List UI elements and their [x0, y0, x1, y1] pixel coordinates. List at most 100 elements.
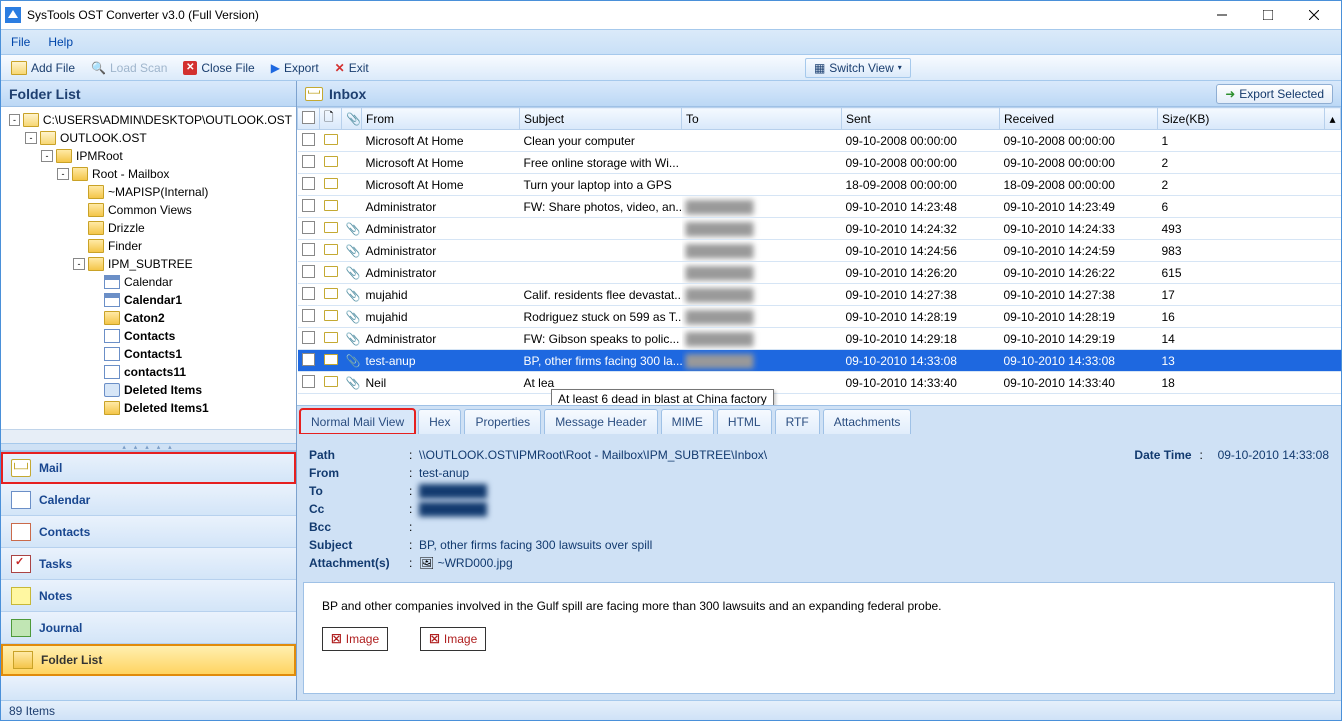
mail-row[interactable]: 📎mujahidCalif. residents flee devastat..… [298, 284, 1341, 306]
minimize-button[interactable] [1199, 1, 1245, 29]
exit-button[interactable]: ✕Exit [331, 59, 373, 77]
tab-mime[interactable]: MIME [661, 409, 714, 434]
switch-view-button[interactable]: ▦Switch View▾ [805, 58, 911, 78]
mail-row[interactable]: 📎test-anupBP, other firms facing 300 la.… [298, 350, 1341, 372]
row-checkbox[interactable] [302, 133, 315, 146]
row-checkbox[interactable] [302, 243, 315, 256]
tab-message-header[interactable]: Message Header [544, 409, 657, 434]
nav-calendar[interactable]: Calendar [1, 484, 296, 516]
col-icon[interactable]: 🗋 [320, 108, 342, 130]
mail-row[interactable]: 📎Administrator████████09-10-2010 14:24:5… [298, 240, 1341, 262]
splitter[interactable]: ▴ ▴ ▴ ▴ ▴ [1, 443, 296, 451]
nav-journal[interactable]: Journal [1, 612, 296, 644]
mail-row[interactable]: Microsoft At HomeClean your computer09-1… [298, 130, 1341, 152]
nav-contacts[interactable]: Contacts [1, 516, 296, 548]
tree-node[interactable]: contacts11 [1, 363, 296, 381]
tab-normal-mail-view[interactable]: Normal Mail View [300, 409, 415, 434]
row-checkbox[interactable] [302, 221, 315, 234]
tree-node[interactable]: Caton2 [1, 309, 296, 327]
expand-icon[interactable]: - [73, 258, 85, 270]
mail-row[interactable]: 📎Administrator████████09-10-2010 14:26:2… [298, 262, 1341, 284]
nav-folder-list[interactable]: Folder List [1, 644, 296, 676]
mail-row[interactable]: 📎NeilAt lea09-10-2010 14:33:4009-10-2010… [298, 372, 1341, 394]
mail-row[interactable]: AdministratorFW: Share photos, video, an… [298, 196, 1341, 218]
nav-label: Journal [39, 621, 82, 635]
expand-icon[interactable]: - [25, 132, 37, 144]
tree-node[interactable]: Deleted Items1 [1, 399, 296, 417]
tree-node[interactable]: -IPM_SUBTREE [1, 255, 296, 273]
load-scan-button[interactable]: 🔍Load Scan [87, 59, 171, 77]
mail-row[interactable]: 📎AdministratorFW: Gibson speaks to polic… [298, 328, 1341, 350]
col-subject[interactable]: Subject [520, 108, 682, 130]
mail-row[interactable]: 📎mujahidRodriguez stuck on 599 as T...██… [298, 306, 1341, 328]
select-all-checkbox[interactable] [302, 111, 315, 124]
expand-icon[interactable]: - [57, 168, 69, 180]
row-checkbox[interactable] [302, 353, 315, 366]
tree-node[interactable]: Calendar1 [1, 291, 296, 309]
col-from[interactable]: From [362, 108, 520, 130]
tree-node[interactable]: -C:\USERS\ADMIN\DESKTOP\OUTLOOK.OST [1, 111, 296, 129]
maximize-button[interactable] [1245, 1, 1291, 29]
cell-sent: 09-10-2010 14:26:20 [842, 262, 1000, 284]
tree-node[interactable]: Contacts [1, 327, 296, 345]
cell-received: 09-10-2010 14:29:19 [1000, 328, 1158, 350]
add-file-button[interactable]: Add File [7, 59, 79, 77]
tab-properties[interactable]: Properties [464, 409, 541, 434]
tree-node[interactable]: -Root - Mailbox [1, 165, 296, 183]
mail-grid[interactable]: 🗋 📎 From Subject To Sent Received Size(K… [297, 107, 1341, 405]
col-received[interactable]: Received [1000, 108, 1158, 130]
row-checkbox[interactable] [302, 287, 315, 300]
folder-tree[interactable]: -C:\USERS\ADMIN\DESKTOP\OUTLOOK.OST-OUTL… [1, 107, 296, 429]
tree-node[interactable]: Deleted Items [1, 381, 296, 399]
preview-pane: Path: \\OUTLOOK.OST\IPMRoot\Root - Mailb… [297, 434, 1341, 700]
mail-row[interactable]: Microsoft At HomeTurn your laptop into a… [298, 174, 1341, 196]
col-attachment[interactable]: 📎 [342, 108, 362, 130]
mail-row[interactable]: Microsoft At HomeFree online storage wit… [298, 152, 1341, 174]
tab-rtf[interactable]: RTF [775, 409, 820, 434]
tab-html[interactable]: HTML [717, 409, 772, 434]
tree-node[interactable]: Finder [1, 237, 296, 255]
expand-icon[interactable]: - [9, 114, 21, 126]
cell-size: 13 [1158, 350, 1325, 372]
folder-icon [104, 401, 120, 415]
menu-file[interactable]: File [11, 35, 30, 49]
cell-to [682, 152, 842, 174]
export-selected-button[interactable]: ➜Export Selected [1216, 84, 1333, 104]
close-button[interactable] [1291, 1, 1337, 29]
tree-node[interactable]: Calendar [1, 273, 296, 291]
export-button[interactable]: ▶Export [267, 59, 323, 77]
tree-node[interactable]: -IPMRoot [1, 147, 296, 165]
tab-attachments[interactable]: Attachments [823, 409, 912, 434]
close-file-button[interactable]: ✕Close File [179, 59, 258, 77]
nav-tasks[interactable]: Tasks [1, 548, 296, 580]
col-to[interactable]: To [682, 108, 842, 130]
envelope-icon [324, 310, 338, 321]
scroll-up-icon[interactable]: ▴ [1325, 108, 1341, 130]
toolbar: Add File 🔍Load Scan ✕Close File ▶Export … [1, 55, 1341, 81]
row-checkbox[interactable] [302, 309, 315, 322]
row-checkbox[interactable] [302, 265, 315, 278]
nav-mail[interactable]: Mail [1, 452, 296, 484]
tab-hex[interactable]: Hex [418, 409, 461, 434]
tree-scrollbar[interactable] [1, 429, 296, 443]
row-checkbox[interactable] [302, 177, 315, 190]
expand-icon[interactable]: - [41, 150, 53, 162]
menu-help[interactable]: Help [48, 35, 73, 49]
row-checkbox[interactable] [302, 155, 315, 168]
to-value: ████████ [419, 484, 487, 498]
tree-node[interactable]: Drizzle [1, 219, 296, 237]
cal-icon [104, 293, 120, 307]
mail-row[interactable]: 📎Administrator████████09-10-2010 14:24:3… [298, 218, 1341, 240]
nav-notes[interactable]: Notes [1, 580, 296, 612]
tree-node[interactable]: -OUTLOOK.OST [1, 129, 296, 147]
row-checkbox[interactable] [302, 375, 315, 388]
mail-body[interactable]: BP and other companies involved in the G… [303, 582, 1335, 694]
col-sent[interactable]: Sent [842, 108, 1000, 130]
tree-node[interactable]: Contacts1 [1, 345, 296, 363]
tree-node[interactable]: Common Views [1, 201, 296, 219]
col-size[interactable]: Size(KB) [1158, 108, 1325, 130]
row-checkbox[interactable] [302, 199, 315, 212]
cell-from: mujahid [362, 284, 520, 306]
row-checkbox[interactable] [302, 331, 315, 344]
tree-node[interactable]: ~MAPISP(Internal) [1, 183, 296, 201]
